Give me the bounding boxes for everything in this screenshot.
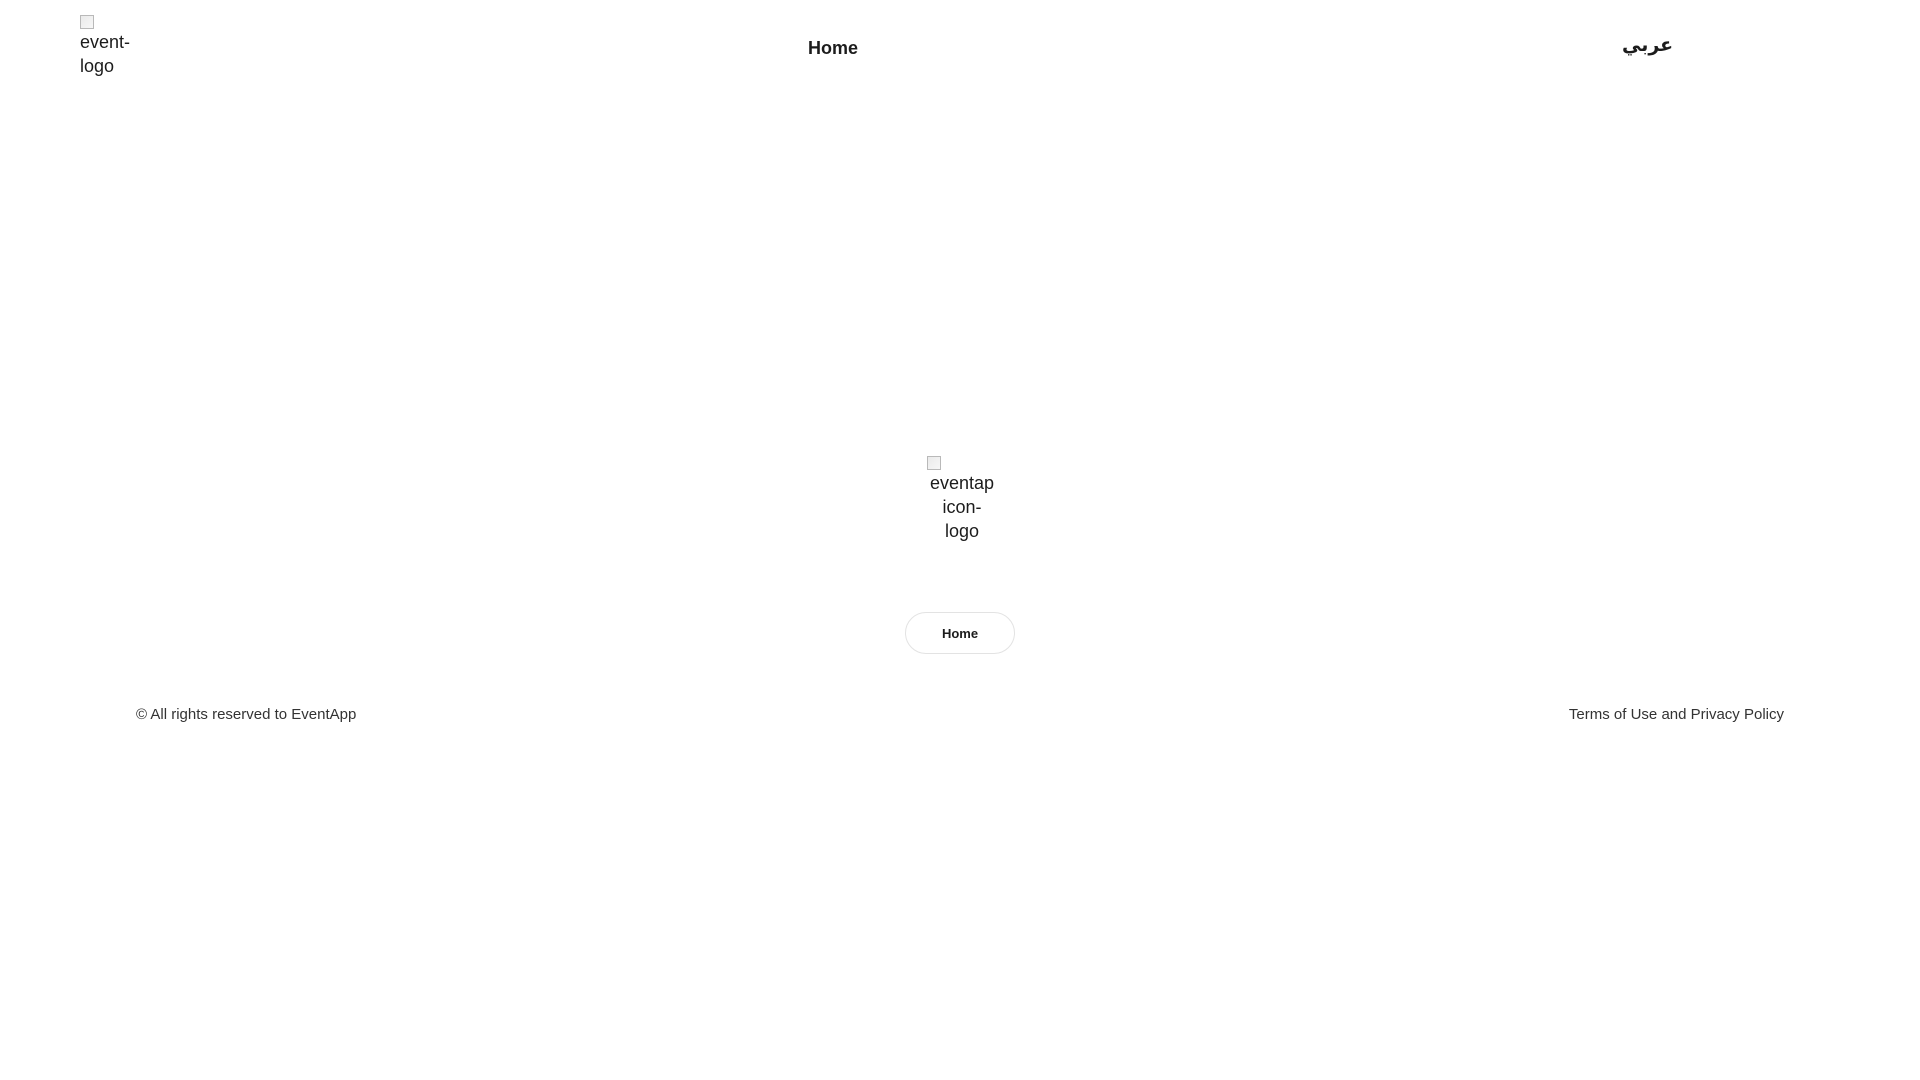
event-logo-image[interactable]: event-logo (80, 15, 140, 78)
site-header: event-logo Home عربي (0, 0, 1920, 100)
terms-privacy-link[interactable]: Terms of Use and Privacy Policy (1569, 706, 1784, 723)
eventap-icon-logo-image: eventap icon-logo (927, 456, 997, 543)
event-logo-alt-text: event-logo (80, 32, 131, 76)
copyright-text: © All rights reserved to EventApp (136, 706, 357, 723)
broken-image-icon (80, 15, 94, 29)
nav-home-link[interactable]: Home (808, 38, 858, 59)
footer-home-button[interactable]: Home (905, 612, 1015, 654)
language-toggle-arabic[interactable]: عربي (1622, 34, 1673, 56)
broken-image-icon (927, 456, 941, 470)
eventap-logo-alt-text: eventap icon-logo (929, 473, 995, 541)
site-footer: eventap icon-logo Home © All rights rese… (0, 440, 1920, 740)
